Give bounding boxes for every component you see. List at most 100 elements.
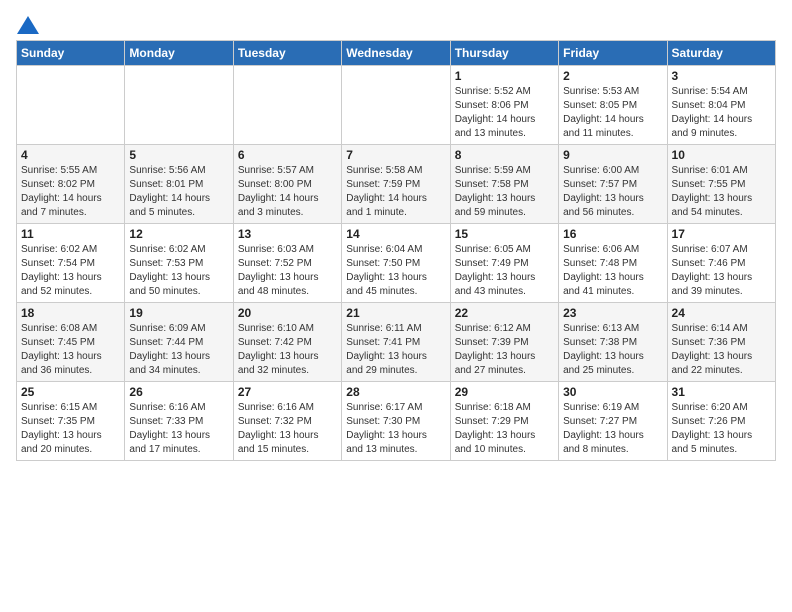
- day-info: Sunrise: 6:02 AM Sunset: 7:54 PM Dayligh…: [21, 243, 120, 299]
- day-number: 20: [238, 306, 337, 320]
- day-info: Sunrise: 6:16 AM Sunset: 7:33 PM Dayligh…: [129, 401, 228, 457]
- calendar-cell: 1 Sunrise: 5:52 AM Sunset: 8:06 PM Daylig…: [450, 66, 558, 145]
- day-number: 26: [129, 385, 228, 399]
- day-info: Sunrise: 5:59 AM Sunset: 7:58 PM Dayligh…: [455, 164, 554, 220]
- calendar-cell: 24 Sunrise: 6:14 AM Sunset: 7:36 PM Dayli…: [667, 303, 775, 382]
- day-number: 9: [563, 148, 662, 162]
- day-info: Sunrise: 5:52 AM Sunset: 8:06 PM Dayligh…: [455, 85, 554, 141]
- day-info: Sunrise: 6:03 AM Sunset: 7:52 PM Dayligh…: [238, 243, 337, 299]
- calendar-table: SundayMondayTuesdayWednesdayThursdayFrid…: [16, 40, 776, 461]
- day-number: 19: [129, 306, 228, 320]
- weekday-header-friday: Friday: [559, 41, 667, 66]
- calendar-cell: 14 Sunrise: 6:04 AM Sunset: 7:50 PM Dayli…: [342, 224, 450, 303]
- weekday-header-saturday: Saturday: [667, 41, 775, 66]
- day-info: Sunrise: 6:14 AM Sunset: 7:36 PM Dayligh…: [672, 322, 771, 378]
- calendar-cell: 23 Sunrise: 6:13 AM Sunset: 7:38 PM Dayli…: [559, 303, 667, 382]
- day-number: 13: [238, 227, 337, 241]
- day-info: Sunrise: 6:09 AM Sunset: 7:44 PM Dayligh…: [129, 322, 228, 378]
- day-number: 31: [672, 385, 771, 399]
- calendar-cell: 18Sunrise: 6:08 AM Sunset: 7:45 PM Dayli…: [17, 303, 125, 382]
- calendar-cell: [17, 66, 125, 145]
- day-info: Sunrise: 6:01 AM Sunset: 7:55 PM Dayligh…: [672, 164, 771, 220]
- day-number: 6: [238, 148, 337, 162]
- calendar-cell: 8 Sunrise: 5:59 AM Sunset: 7:58 PM Daylig…: [450, 145, 558, 224]
- weekday-header-tuesday: Tuesday: [233, 41, 341, 66]
- weekday-header-row: SundayMondayTuesdayWednesdayThursdayFrid…: [17, 41, 776, 66]
- day-number: 24: [672, 306, 771, 320]
- day-info: Sunrise: 6:12 AM Sunset: 7:39 PM Dayligh…: [455, 322, 554, 378]
- day-number: 14: [346, 227, 445, 241]
- calendar-cell: 28 Sunrise: 6:17 AM Sunset: 7:30 PM Dayli…: [342, 382, 450, 461]
- calendar-cell: 4 Sunrise: 5:55 AM Sunset: 8:02 PM Daylig…: [17, 145, 125, 224]
- calendar-cell: 29 Sunrise: 6:18 AM Sunset: 7:29 PM Dayli…: [450, 382, 558, 461]
- day-info: Sunrise: 6:16 AM Sunset: 7:32 PM Dayligh…: [238, 401, 337, 457]
- day-number: 28: [346, 385, 445, 399]
- calendar-cell: 21Sunrise: 6:11 AM Sunset: 7:41 PM Dayli…: [342, 303, 450, 382]
- day-info: Sunrise: 6:08 AM Sunset: 7:45 PM Dayligh…: [21, 322, 120, 378]
- day-number: 5: [129, 148, 228, 162]
- calendar-cell: 11Sunrise: 6:02 AM Sunset: 7:54 PM Dayli…: [17, 224, 125, 303]
- calendar-cell: 5 Sunrise: 5:56 AM Sunset: 8:01 PM Daylig…: [125, 145, 233, 224]
- day-number: 3: [672, 69, 771, 83]
- week-row-4: 18Sunrise: 6:08 AM Sunset: 7:45 PM Dayli…: [17, 303, 776, 382]
- day-number: 10: [672, 148, 771, 162]
- day-number: 7: [346, 148, 445, 162]
- day-number: 29: [455, 385, 554, 399]
- day-info: Sunrise: 6:13 AM Sunset: 7:38 PM Dayligh…: [563, 322, 662, 378]
- week-row-2: 4 Sunrise: 5:55 AM Sunset: 8:02 PM Daylig…: [17, 145, 776, 224]
- calendar-cell: [125, 66, 233, 145]
- calendar-cell: 26 Sunrise: 6:16 AM Sunset: 7:33 PM Dayli…: [125, 382, 233, 461]
- page-header: [16, 16, 776, 30]
- week-row-3: 11Sunrise: 6:02 AM Sunset: 7:54 PM Dayli…: [17, 224, 776, 303]
- day-number: 4: [21, 148, 120, 162]
- calendar-cell: 15Sunrise: 6:05 AM Sunset: 7:49 PM Dayli…: [450, 224, 558, 303]
- week-row-5: 25Sunrise: 6:15 AM Sunset: 7:35 PM Dayli…: [17, 382, 776, 461]
- day-number: 8: [455, 148, 554, 162]
- day-info: Sunrise: 6:00 AM Sunset: 7:57 PM Dayligh…: [563, 164, 662, 220]
- day-info: Sunrise: 6:17 AM Sunset: 7:30 PM Dayligh…: [346, 401, 445, 457]
- weekday-header-sunday: Sunday: [17, 41, 125, 66]
- calendar-body: 1 Sunrise: 5:52 AM Sunset: 8:06 PM Daylig…: [17, 66, 776, 461]
- day-number: 1: [455, 69, 554, 83]
- day-info: Sunrise: 5:54 AM Sunset: 8:04 PM Dayligh…: [672, 85, 771, 141]
- day-info: Sunrise: 6:19 AM Sunset: 7:27 PM Dayligh…: [563, 401, 662, 457]
- logo: [16, 16, 40, 30]
- calendar-cell: 12Sunrise: 6:02 AM Sunset: 7:53 PM Dayli…: [125, 224, 233, 303]
- day-number: 21: [346, 306, 445, 320]
- calendar-cell: 7 Sunrise: 5:58 AM Sunset: 7:59 PM Daylig…: [342, 145, 450, 224]
- day-info: Sunrise: 5:53 AM Sunset: 8:05 PM Dayligh…: [563, 85, 662, 141]
- calendar-cell: [233, 66, 341, 145]
- day-number: 25: [21, 385, 120, 399]
- calendar-header: SundayMondayTuesdayWednesdayThursdayFrid…: [17, 41, 776, 66]
- logo-bird-icon: [17, 16, 39, 34]
- weekday-header-wednesday: Wednesday: [342, 41, 450, 66]
- calendar-cell: 20Sunrise: 6:10 AM Sunset: 7:42 PM Dayli…: [233, 303, 341, 382]
- calendar-cell: 22Sunrise: 6:12 AM Sunset: 7:39 PM Dayli…: [450, 303, 558, 382]
- calendar-cell: 27 Sunrise: 6:16 AM Sunset: 7:32 PM Dayli…: [233, 382, 341, 461]
- calendar-cell: 2 Sunrise: 5:53 AM Sunset: 8:05 PM Daylig…: [559, 66, 667, 145]
- calendar-cell: 31Sunrise: 6:20 AM Sunset: 7:26 PM Dayli…: [667, 382, 775, 461]
- day-number: 16: [563, 227, 662, 241]
- day-info: Sunrise: 6:04 AM Sunset: 7:50 PM Dayligh…: [346, 243, 445, 299]
- day-info: Sunrise: 6:18 AM Sunset: 7:29 PM Dayligh…: [455, 401, 554, 457]
- calendar-cell: 19 Sunrise: 6:09 AM Sunset: 7:44 PM Dayli…: [125, 303, 233, 382]
- calendar-cell: 9 Sunrise: 6:00 AM Sunset: 7:57 PM Daylig…: [559, 145, 667, 224]
- day-info: Sunrise: 5:57 AM Sunset: 8:00 PM Dayligh…: [238, 164, 337, 220]
- day-number: 30: [563, 385, 662, 399]
- calendar-cell: 10 Sunrise: 6:01 AM Sunset: 7:55 PM Dayli…: [667, 145, 775, 224]
- day-info: Sunrise: 5:55 AM Sunset: 8:02 PM Dayligh…: [21, 164, 120, 220]
- day-info: Sunrise: 6:02 AM Sunset: 7:53 PM Dayligh…: [129, 243, 228, 299]
- day-number: 23: [563, 306, 662, 320]
- weekday-header-thursday: Thursday: [450, 41, 558, 66]
- day-info: Sunrise: 5:56 AM Sunset: 8:01 PM Dayligh…: [129, 164, 228, 220]
- weekday-header-monday: Monday: [125, 41, 233, 66]
- day-info: Sunrise: 5:58 AM Sunset: 7:59 PM Dayligh…: [346, 164, 445, 220]
- day-info: Sunrise: 6:07 AM Sunset: 7:46 PM Dayligh…: [672, 243, 771, 299]
- day-number: 27: [238, 385, 337, 399]
- calendar-cell: 13 Sunrise: 6:03 AM Sunset: 7:52 PM Dayli…: [233, 224, 341, 303]
- day-number: 17: [672, 227, 771, 241]
- day-info: Sunrise: 6:06 AM Sunset: 7:48 PM Dayligh…: [563, 243, 662, 299]
- week-row-1: 1 Sunrise: 5:52 AM Sunset: 8:06 PM Daylig…: [17, 66, 776, 145]
- day-number: 2: [563, 69, 662, 83]
- day-info: Sunrise: 6:05 AM Sunset: 7:49 PM Dayligh…: [455, 243, 554, 299]
